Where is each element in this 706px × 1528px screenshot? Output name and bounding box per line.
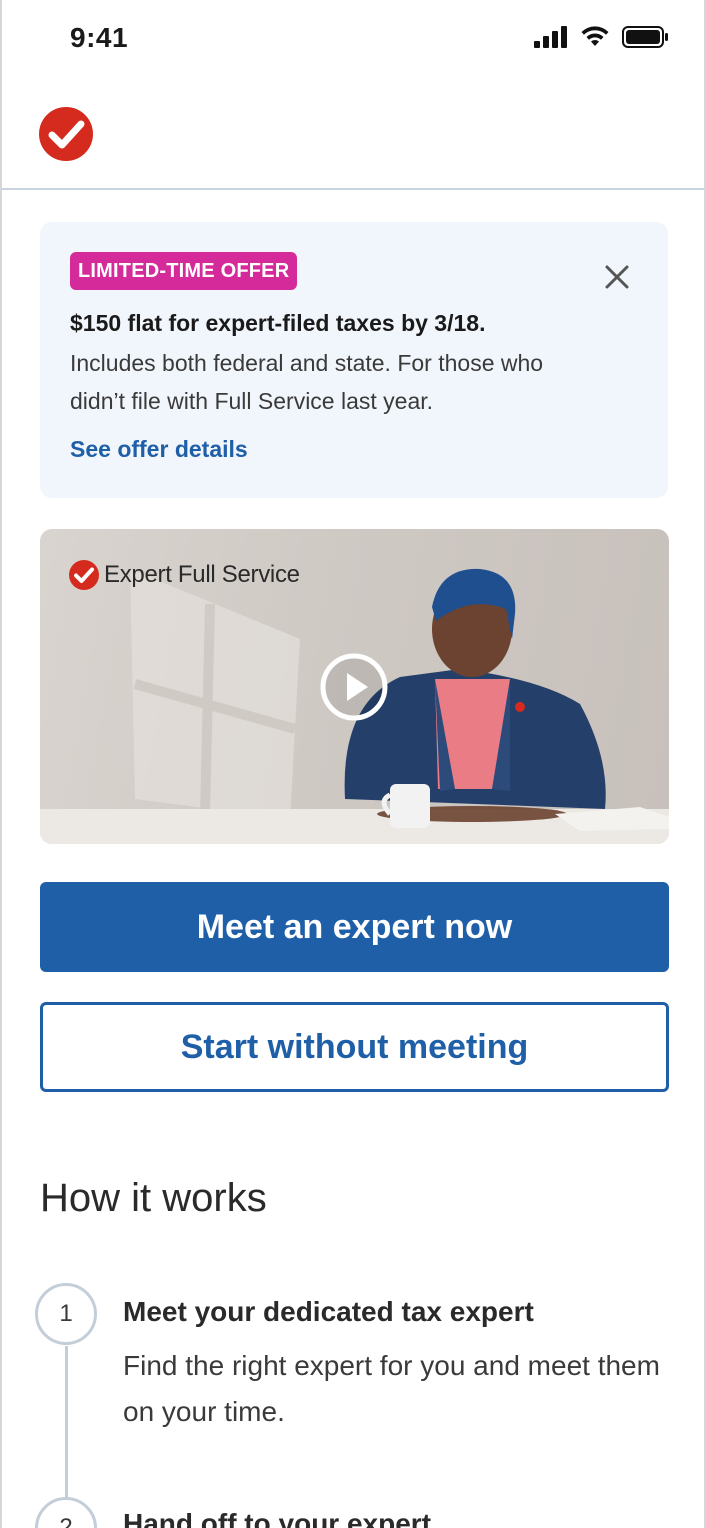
play-icon[interactable] (320, 653, 388, 721)
status-icons (534, 26, 668, 48)
checkmark-logo-icon (69, 560, 99, 590)
offer-banner: LIMITED-TIME OFFER $150 flat for expert-… (40, 222, 668, 498)
video-brand-text: Expert Full Service (104, 561, 300, 588)
see-offer-details-link[interactable]: See offer details (70, 436, 248, 463)
wifi-icon (581, 26, 609, 46)
step-title-2: Hand off to your expert (123, 1508, 432, 1528)
offer-body: Includes both federal and state. For tho… (70, 350, 544, 414)
step-title-1: Meet your dedicated tax expert (123, 1296, 534, 1327)
offer-badge: LIMITED-TIME OFFER (70, 252, 298, 290)
status-bar: 9:41 (2, 0, 704, 80)
phone-screen: 9:41 LIMITED-TIME OFFER $150 flat for ex… (0, 0, 706, 1528)
offer-headline: $150 flat for expert-filed taxes by 3/18… (70, 310, 486, 336)
step-number-2: 2 (35, 1497, 97, 1528)
turbotax-logo-icon[interactable] (38, 106, 94, 162)
app-header (2, 80, 704, 190)
how-it-works-title: How it works (40, 1176, 267, 1220)
battery-icon (622, 26, 668, 48)
step-description-1: Find the right expert for you and meet t… (123, 1350, 660, 1427)
status-time: 9:41 (70, 22, 129, 53)
step-number-1: 1 (35, 1283, 97, 1345)
meet-expert-button[interactable]: Meet an expert now (40, 882, 669, 972)
video-brand-label: Expert Full Service (68, 559, 300, 591)
start-without-meeting-button[interactable]: Start without meeting (40, 1002, 669, 1092)
video-thumbnail[interactable]: Expert Full Service (40, 529, 669, 844)
cellular-signal-icon (534, 26, 567, 48)
close-icon[interactable] (602, 262, 632, 292)
